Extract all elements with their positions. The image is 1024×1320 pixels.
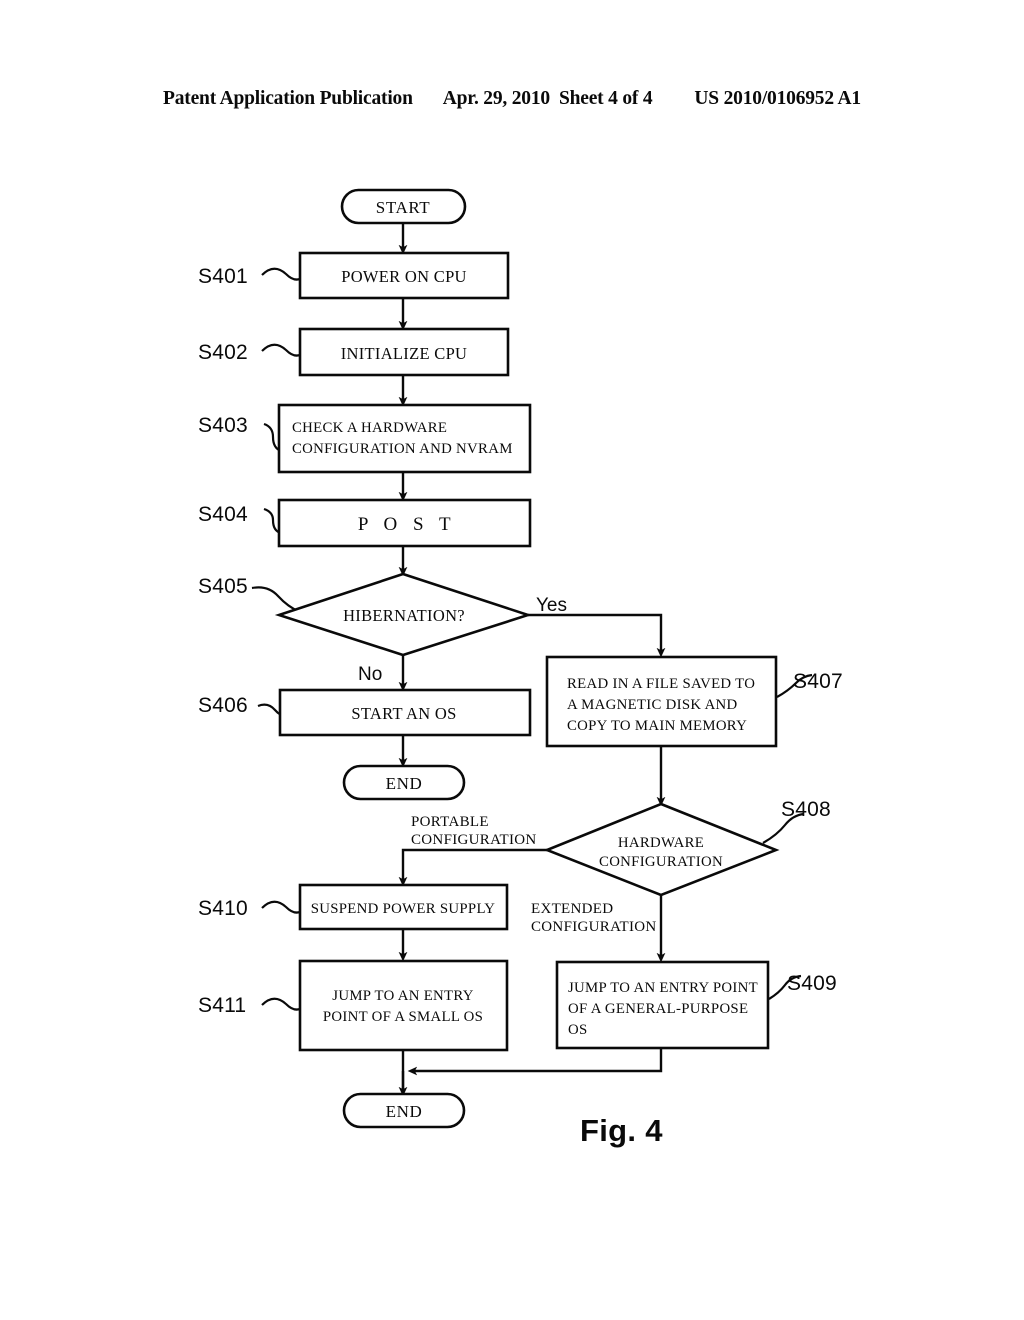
step-label-s403: S403 — [198, 414, 248, 437]
node-s402: INITIALIZE CPU — [298, 327, 510, 377]
leader-s401 — [261, 267, 305, 281]
node-s410-label: SUSPEND POWER SUPPLY — [311, 901, 496, 917]
node-s408: HARDWARE CONFIGURATION — [543, 802, 780, 897]
step-label-s410: S410 — [198, 897, 248, 920]
branch-label-extended-line2: CONFIGURATION — [531, 919, 657, 935]
node-s406-label: START AN OS — [351, 704, 456, 723]
edge-label-yes: Yes — [536, 595, 567, 616]
node-s405: HIBERNATION? — [274, 572, 533, 657]
patent-figure-page: Patent Application Publication Apr. 29, … — [0, 0, 1024, 1320]
connector-s408-portable-to-s410 — [398, 848, 548, 887]
step-label-s406: S406 — [198, 694, 248, 717]
node-s411-label-line2: POINT OF A SMALL OS — [323, 1009, 483, 1025]
branch-label-portable-line2: CONFIGURATION — [411, 832, 537, 848]
node-s407-label-line2: A MAGNETIC DISK AND — [567, 697, 738, 713]
leader-s410 — [261, 900, 305, 914]
node-s411-label-line1: JUMP TO AN ENTRY — [332, 988, 473, 1004]
leader-s411 — [261, 997, 305, 1011]
branch-label-portable-line1: PORTABLE — [411, 814, 489, 830]
node-s408-label-line1: HARDWARE — [618, 835, 704, 851]
branch-label-extended-line1: EXTENDED — [531, 901, 613, 917]
connector-s405-yes-to-s407 — [528, 613, 666, 658]
connector-s409-to-junction — [407, 1048, 663, 1076]
node-end-bottom: END — [342, 1092, 466, 1129]
node-s406: START AN OS — [278, 688, 532, 737]
node-end-left-label: END — [386, 774, 423, 793]
step-label-s401: S401 — [198, 265, 248, 288]
figure-caption: Fig. 4 — [580, 1113, 663, 1148]
node-end-bottom-label: END — [386, 1102, 423, 1121]
node-start: START — [340, 188, 467, 225]
node-s410: SUSPEND POWER SUPPLY — [298, 883, 509, 931]
step-label-s411: S411 — [198, 994, 246, 1017]
node-s403: CHECK A HARDWARE CONFIGURATION AND NVRAM — [277, 403, 532, 474]
node-s407: READ IN A FILE SAVED TO A MAGNETIC DISK … — [545, 655, 778, 748]
step-label-s404: S404 — [198, 503, 248, 526]
step-label-s409: S409 — [787, 972, 837, 995]
step-label-s402: S402 — [198, 341, 248, 364]
node-s402-label: INITIALIZE CPU — [341, 344, 468, 363]
node-end-left: END — [342, 764, 466, 801]
edge-label-no: No — [358, 664, 382, 685]
node-s405-label: HIBERNATION? — [343, 606, 465, 625]
node-s408-label-line2: CONFIGURATION — [599, 854, 723, 870]
leader-s402 — [261, 343, 305, 357]
node-s401-label: POWER ON CPU — [341, 267, 467, 286]
node-s409-label-line1: JUMP TO AN ENTRY POINT — [568, 980, 758, 996]
node-s403-label-line2: CONFIGURATION AND NVRAM — [292, 441, 513, 457]
node-s401: POWER ON CPU — [298, 251, 510, 300]
leader-s405 — [251, 586, 301, 614]
node-s409-label-line2: OF A GENERAL-PURPOSE — [568, 1001, 748, 1017]
node-s411: JUMP TO AN ENTRY POINT OF A SMALL OS — [298, 959, 509, 1052]
node-s409: JUMP TO AN ENTRY POINT OF A GENERAL-PURP… — [555, 960, 770, 1050]
node-s403-label-line1: CHECK A HARDWARE — [292, 420, 447, 436]
node-start-label: START — [376, 198, 430, 217]
node-s407-label-line1: READ IN A FILE SAVED TO — [567, 676, 755, 692]
flowchart-diagram: START POWER ON CPU S401 INITIALIZE CPU S… — [198, 188, 843, 1129]
node-s407-label-line3: COPY TO MAIN MEMORY — [567, 718, 747, 734]
node-s404: P O S T — [277, 498, 532, 548]
step-label-s408: S408 — [781, 798, 831, 821]
node-s409-label-line3: OS — [568, 1022, 588, 1038]
node-s404-label: P O S T — [358, 514, 456, 535]
step-label-s407: S407 — [793, 670, 843, 693]
step-label-s405: S405 — [198, 575, 248, 598]
